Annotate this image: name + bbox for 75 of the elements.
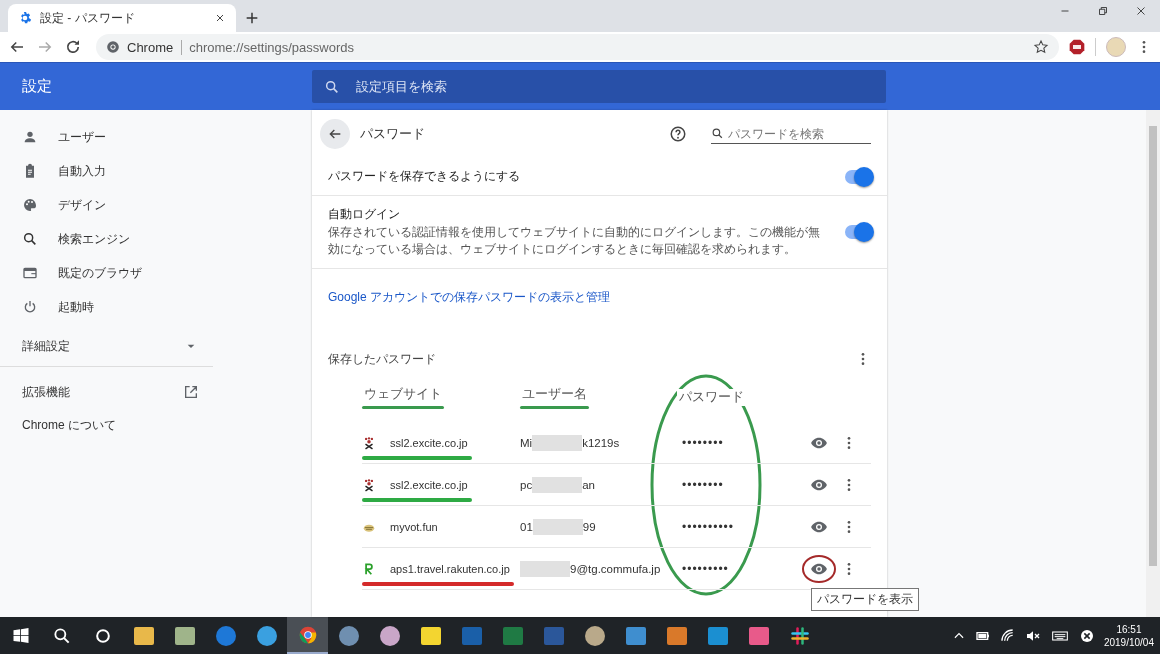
toggle-switch[interactable] bbox=[845, 225, 871, 239]
sidebar-item[interactable]: ユーザー bbox=[0, 120, 213, 154]
about-chrome-link[interactable]: Chrome について bbox=[0, 409, 213, 445]
browser-window-icon bbox=[22, 265, 38, 281]
search-icon bbox=[22, 231, 38, 247]
stop-sign-icon[interactable] bbox=[1069, 39, 1085, 55]
reload-icon[interactable] bbox=[64, 38, 82, 56]
person-icon bbox=[22, 129, 38, 145]
paw-favicon-icon bbox=[362, 477, 376, 492]
back-button[interactable] bbox=[320, 119, 350, 149]
sidebar-item[interactable]: 既定のブラウザ bbox=[0, 256, 213, 290]
sidebar-item[interactable]: 起動時 bbox=[0, 290, 213, 324]
masked-password: ••••••••• bbox=[681, 561, 730, 576]
redaction-block bbox=[532, 434, 583, 451]
password-search-field[interactable]: パスワードを検索 bbox=[711, 124, 871, 144]
redaction-block bbox=[520, 560, 570, 577]
gear-icon bbox=[18, 11, 32, 25]
external-link-icon bbox=[183, 384, 199, 400]
website-name: myvot.fun bbox=[390, 520, 438, 533]
redaction-block bbox=[532, 518, 583, 535]
search-input[interactable]: 設定項目を検索 bbox=[354, 78, 874, 95]
search-icon bbox=[51, 625, 72, 646]
wifi-icon[interactable] bbox=[999, 627, 1016, 644]
hash-icon bbox=[789, 625, 810, 646]
show-password-button[interactable] bbox=[802, 554, 836, 583]
browser-tab[interactable]: 設定 - パスワード bbox=[8, 4, 236, 32]
scrollbar[interactable] bbox=[1146, 110, 1160, 617]
website-name: ssl2.excite.co.jp bbox=[390, 478, 468, 491]
chrome-logo-icon bbox=[106, 40, 120, 54]
redaction-block bbox=[532, 476, 583, 493]
username-text: pc bbox=[520, 478, 533, 491]
letter-r-favicon-icon bbox=[362, 561, 376, 576]
paw-favicon-icon bbox=[362, 435, 376, 450]
address-bar[interactable]: Chrome chrome://settings/passwords bbox=[96, 34, 1059, 60]
extensions-link[interactable]: 拡張機能 bbox=[0, 367, 213, 409]
column-header: パスワード bbox=[677, 388, 746, 406]
manage-passwords-link[interactable]: Google アカウントでの保存パスワードの表示と管理 bbox=[312, 269, 887, 346]
setting-description: 保存されている認証情報を使用してウェブサイトに自動的にログインします。この機能が無効になっている場合は、ウェブサイトにログインするときに毎回確認を求められます。 bbox=[328, 225, 821, 258]
username-text: 99 bbox=[582, 520, 596, 533]
masked-password: •••••••• bbox=[681, 435, 725, 450]
tooltip: パスワードを表示 bbox=[811, 588, 919, 611]
settings-search-field[interactable]: 設定項目を検索 bbox=[312, 70, 886, 103]
page-title: パスワード bbox=[360, 125, 426, 143]
sidebar-item[interactable]: 検索エンジン bbox=[0, 222, 213, 256]
chrome-icon bbox=[297, 624, 318, 645]
toggle-switch[interactable] bbox=[845, 169, 871, 184]
close-icon[interactable] bbox=[214, 12, 226, 24]
clock[interactable]: 16:51 2019/10/04 bbox=[1103, 622, 1154, 649]
section-title: 保存したパスワード bbox=[328, 350, 436, 368]
username-text: an bbox=[582, 478, 595, 491]
username-text: Mi bbox=[520, 436, 533, 449]
palette-icon bbox=[22, 197, 38, 213]
sidebar-item[interactable]: デザイン bbox=[0, 188, 213, 222]
close-circle-icon[interactable] bbox=[1078, 627, 1095, 644]
tab-title: 設定 - パスワード bbox=[40, 9, 136, 27]
setting-label: パスワードを保存できるようにする bbox=[328, 168, 521, 185]
search-icon bbox=[711, 127, 724, 140]
website-name: aps1.travel.rakuten.co.jp bbox=[390, 562, 510, 575]
new-tab-icon[interactable] bbox=[244, 10, 260, 26]
sidebar-item[interactable]: 自動入力 bbox=[0, 154, 213, 188]
advanced-settings-item[interactable]: 詳細設定 bbox=[0, 326, 213, 367]
star-icon[interactable] bbox=[1033, 39, 1049, 55]
url-text: chrome://settings/passwords bbox=[189, 39, 354, 55]
masked-password: •••••••••• bbox=[681, 519, 735, 534]
setting-label: 自動ログイン bbox=[328, 206, 401, 223]
help-icon[interactable] bbox=[669, 125, 687, 143]
username-text: k1219s bbox=[582, 436, 620, 449]
masked-password: •••••••• bbox=[681, 477, 725, 492]
power-icon bbox=[22, 299, 38, 315]
website-name: ssl2.excite.co.jp bbox=[390, 436, 468, 449]
site-label: Chrome bbox=[127, 39, 183, 55]
username-text: 01 bbox=[520, 520, 533, 533]
search-icon bbox=[324, 78, 340, 95]
settings-title: 設定 bbox=[21, 77, 53, 96]
username-text: 9@tg.commufa.jp bbox=[570, 562, 661, 575]
